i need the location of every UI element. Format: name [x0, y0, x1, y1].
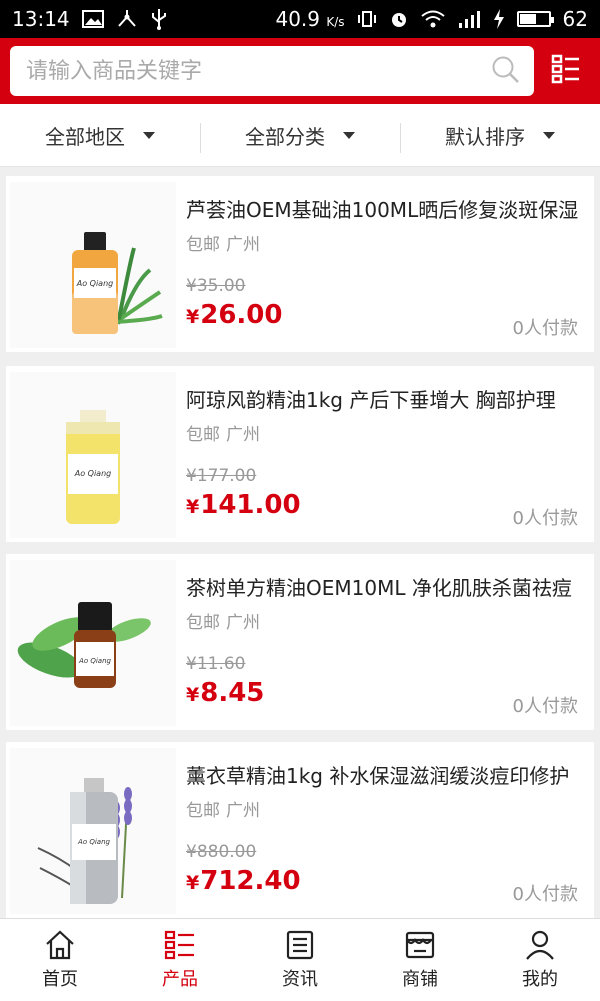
- dropdown-arrow-icon: [343, 131, 355, 139]
- wifi-icon: [420, 10, 445, 28]
- product-list-icon: [164, 929, 196, 961]
- nav-me-label: 我的: [522, 969, 558, 990]
- location-tag: 广州: [226, 801, 260, 821]
- currency-symbol: ¥: [186, 496, 200, 518]
- nav-products-label: 产品: [162, 969, 198, 990]
- vibrate-icon: [357, 9, 377, 29]
- shipping-tag: 包邮: [186, 425, 220, 445]
- filter-region-label: 全部地区: [45, 124, 125, 149]
- product-title[interactable]: 薰衣草精油1kg 补水保湿滋润缓淡痘印修护: [186, 760, 582, 789]
- nav-shop[interactable]: 商铺: [360, 919, 480, 1001]
- breast-oil-bottle-icon: Ao Qiang: [66, 410, 120, 524]
- network-speed: 40.9 K/s: [275, 7, 344, 31]
- sale-price: ¥712.40: [186, 866, 301, 896]
- product-meta: 包邮 广州: [186, 796, 260, 821]
- currency-symbol: ¥: [186, 306, 200, 328]
- original-price: ¥35.00: [186, 276, 246, 296]
- product-image: Ao Qiang: [10, 372, 176, 538]
- location-tag: 广州: [226, 613, 260, 633]
- product-meta: 包邮 广州: [186, 420, 260, 445]
- filter-region[interactable]: 全部地区: [0, 121, 200, 150]
- filter-category-label: 全部分类: [245, 124, 325, 149]
- product-image: Ao Qiang: [10, 560, 176, 726]
- svg-text:Ao Qiang: Ao Qiang: [77, 838, 110, 846]
- location-tag: 广州: [226, 425, 260, 445]
- product-card[interactable]: Ao Qiang 芦荟油OEM基础油100ML晒后修复淡斑保湿 包邮 广州 ¥35…: [6, 176, 594, 352]
- shop-icon: [404, 929, 436, 961]
- paid-count: 0人付款: [512, 318, 578, 339]
- category-menu-button[interactable]: [548, 52, 584, 90]
- header-bar: [0, 38, 600, 104]
- product-image: Ao Qiang: [10, 182, 176, 348]
- sale-price: ¥8.45: [186, 678, 264, 708]
- dropdown-arrow-icon: [143, 131, 155, 139]
- search-input[interactable]: [24, 57, 490, 85]
- sale-price-value: 712.40: [200, 866, 301, 896]
- currency-symbol: ¥: [186, 872, 200, 894]
- product-title[interactable]: 芦荟油OEM基础油100ML晒后修复淡斑保湿: [186, 194, 582, 223]
- product-card[interactable]: Ao Qiang 茶树单方精油OEM10ML 净化肌肤杀菌祛痘 包邮 广州 ¥11…: [6, 554, 594, 730]
- gallery-icon: [81, 10, 104, 28]
- original-price: ¥880.00: [186, 842, 257, 862]
- bottom-nav: 首页 产品 资讯 商铺 我的: [0, 918, 600, 1001]
- home-icon: [44, 929, 76, 961]
- nav-news[interactable]: 资讯: [240, 919, 360, 1001]
- tea-tree-oil-bottle-icon: Ao Qiang: [17, 602, 151, 688]
- nav-products[interactable]: 产品: [120, 919, 240, 1001]
- nav-shop-label: 商铺: [402, 969, 438, 990]
- network-speed-unit: K/s: [326, 15, 345, 29]
- lavender-oil-bottle-icon: Ao Qiang: [37, 778, 132, 904]
- filter-bar: 全部地区 全部分类 默认排序: [0, 104, 600, 167]
- news-icon: [284, 929, 316, 961]
- shipping-tag: 包邮: [186, 613, 220, 633]
- svg-text:Ao Qiang: Ao Qiang: [74, 469, 111, 478]
- product-card[interactable]: Ao Qiang 阿琼风韵精油1kg 产后下垂增大 胸部护理 包邮 广州 ¥177…: [6, 366, 594, 542]
- filter-sort[interactable]: 默认排序: [400, 121, 600, 153]
- sale-price-value: 8.45: [200, 678, 265, 708]
- charging-icon: [493, 9, 505, 29]
- network-speed-value: 40.9: [275, 7, 321, 31]
- product-meta: 包邮 广州: [186, 608, 260, 633]
- location-tag: 广州: [226, 235, 260, 255]
- search-icon[interactable]: [490, 54, 520, 88]
- original-price: ¥177.00: [186, 466, 257, 486]
- user-icon: [524, 929, 556, 961]
- nav-news-label: 资讯: [282, 969, 318, 990]
- status-time: 13:14: [12, 7, 70, 31]
- sale-price: ¥26.00: [186, 300, 282, 330]
- product-image: Ao Qiang: [10, 748, 176, 914]
- currency-symbol: ¥: [186, 684, 200, 706]
- original-price: ¥11.60: [186, 654, 246, 674]
- battery-level: 62: [562, 7, 588, 31]
- svg-text:Ao Qiang: Ao Qiang: [76, 279, 113, 288]
- filter-category[interactable]: 全部分类: [200, 121, 400, 153]
- product-card[interactable]: Ao Qiang 薰衣草精油1kg 补水保湿滋润缓淡痘印修护 包邮 广州 ¥880…: [6, 742, 594, 918]
- nav-home[interactable]: 首页: [0, 919, 120, 1001]
- list-menu-icon: [551, 54, 581, 88]
- search-box[interactable]: [10, 46, 534, 96]
- nav-home-label: 首页: [42, 969, 78, 990]
- shipping-tag: 包邮: [186, 801, 220, 821]
- filter-sort-label: 默认排序: [445, 124, 525, 149]
- product-title[interactable]: 阿琼风韵精油1kg 产后下垂增大 胸部护理: [186, 384, 582, 413]
- paid-count: 0人付款: [512, 696, 578, 717]
- product-meta: 包邮 广州: [186, 230, 260, 255]
- status-bar: 13:14 40.9 K/s 62: [0, 0, 600, 38]
- signal-4g-icon: [457, 9, 481, 29]
- product-title[interactable]: 茶树单方精油OEM10ML 净化肌肤杀菌祛痘: [186, 572, 582, 601]
- usb-icon: [150, 8, 168, 30]
- sale-price: ¥141.00: [186, 490, 301, 520]
- paid-count: 0人付款: [512, 884, 578, 905]
- aloe-oil-bottle-icon: Ao Qiang: [72, 232, 163, 334]
- nav-me[interactable]: 我的: [480, 919, 600, 1001]
- battery-icon: [516, 11, 554, 27]
- alarm-icon: [389, 9, 409, 29]
- sale-price-value: 141.00: [200, 490, 301, 520]
- shipping-tag: 包邮: [186, 235, 220, 255]
- svg-text:Ao Qiang: Ao Qiang: [78, 657, 111, 665]
- paid-count: 0人付款: [512, 508, 578, 529]
- network-share-icon: [116, 9, 138, 29]
- dropdown-arrow-icon: [543, 131, 555, 139]
- sale-price-value: 26.00: [200, 300, 283, 330]
